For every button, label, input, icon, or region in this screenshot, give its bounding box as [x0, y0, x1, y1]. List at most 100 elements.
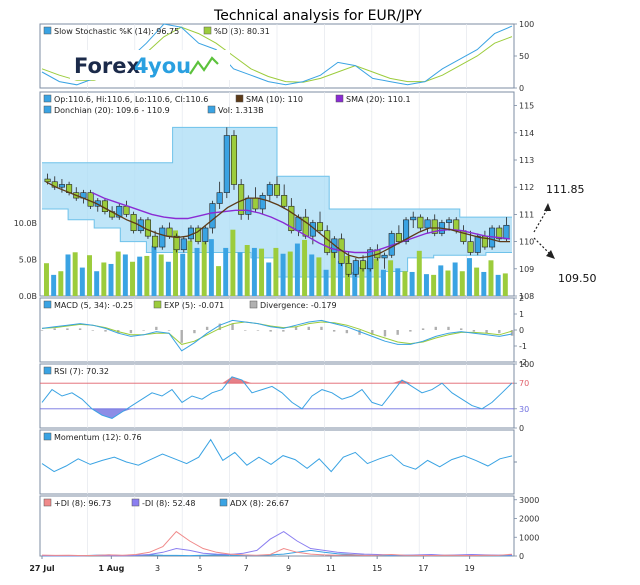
axis-tick-label: 2000 [519, 515, 539, 524]
candle-body [468, 242, 473, 253]
candle-body [88, 193, 93, 207]
volume-bar [116, 252, 121, 296]
axis-tick-label: 112 [519, 183, 534, 192]
volume-bar [180, 254, 185, 296]
divergence-bar [79, 328, 81, 330]
candle-body [45, 179, 50, 182]
forecast-up-arrow [534, 208, 548, 232]
candle-body [152, 236, 157, 247]
volume-bar [417, 251, 422, 296]
volume-bar [295, 244, 300, 296]
macd-legend-swatch [44, 301, 51, 308]
volume-bar [395, 268, 400, 296]
candle-body [174, 236, 179, 250]
macd-legend-swatch [250, 301, 257, 308]
divergence-bar [308, 327, 310, 330]
volume-bar [474, 268, 479, 296]
candle-body [410, 217, 415, 220]
volume-bar [488, 260, 493, 296]
dmi-legend-swatch [220, 499, 227, 506]
volume-bar [216, 266, 221, 296]
divergence-bar [447, 327, 449, 330]
divergence-bar [231, 324, 233, 330]
price-legend-label: SMA (20): 110.1 [346, 95, 411, 104]
volume-bar [288, 252, 293, 296]
price-legend-label: Vol: 1.313B [218, 106, 264, 115]
volume-bar [202, 242, 207, 296]
divergence-bar [384, 330, 386, 336]
volume-bar [58, 271, 63, 296]
axis-tick-label: 2 [519, 294, 524, 303]
divergence-bar [422, 328, 424, 330]
axis-tick-label: 100 [519, 360, 534, 369]
price-legend-swatch [44, 95, 51, 102]
divergence-bar [269, 330, 271, 332]
axis-tick-label: 1 [519, 310, 524, 319]
volume-bar [338, 261, 343, 296]
volume-bar [66, 254, 71, 296]
forecast-up-arrowhead [544, 203, 551, 211]
axis-tick-label: -1 [519, 342, 527, 351]
axis-tick-label: 0 [519, 552, 524, 561]
volume-bar [44, 263, 49, 296]
candle-body [167, 228, 172, 236]
divergence-bar [130, 330, 132, 333]
divergence-bar [435, 327, 437, 330]
candle-body [102, 201, 107, 212]
candle-body [504, 225, 509, 239]
volume-bar [223, 248, 228, 296]
volume-bar [431, 275, 436, 296]
forex4you-logo: Forex4you [70, 50, 230, 80]
axis-tick-label: 70 [519, 379, 529, 388]
axis-tick-label: 50 [519, 52, 529, 61]
volume-bar [144, 256, 149, 296]
macd-legend-label: MACD (5, 34): -0.25 [54, 301, 133, 310]
chart-title: Technical analysis for EUR/JPY [213, 8, 422, 24]
volume-bar [309, 254, 314, 296]
axis-tick-label: 1000 [519, 533, 539, 542]
volume-bar [503, 273, 508, 296]
volume-bar [359, 267, 364, 296]
forecast-up-label: 111.85 [546, 183, 585, 196]
price-legend-swatch [208, 106, 215, 113]
axis-tick-label: 0 [519, 424, 524, 433]
candle-body [360, 261, 365, 269]
price-legend-swatch [336, 95, 343, 102]
volume-bar [209, 239, 214, 296]
logo-digit: 4 [134, 54, 149, 78]
volume-bar [316, 257, 321, 296]
price-legend-label: Donchian (20): 109.6 - 110.9 [54, 106, 170, 115]
volume-bar [87, 255, 92, 296]
candle-body [425, 220, 430, 228]
price-legend-label: SMA (10): 110 [246, 95, 303, 104]
volume-bar [402, 271, 407, 296]
volume-bar [123, 254, 128, 296]
volume-bar [388, 260, 393, 296]
candle-body [217, 193, 222, 204]
divergence-bar [54, 328, 56, 330]
rsi-legend-label: RSI (7): 70.32 [54, 367, 109, 376]
candle-body [59, 184, 64, 187]
volume-bar [352, 272, 357, 296]
candle-body [231, 136, 236, 185]
divergence-bar [244, 330, 246, 331]
volume-bar [252, 248, 257, 296]
stochastic-legend-label: Slow Stochastic %K (14): 96.75 [54, 27, 179, 36]
volume-bar [445, 271, 450, 297]
volume-bar [496, 275, 501, 296]
forecast-down-arrow [534, 238, 550, 254]
volume-bar [73, 252, 78, 296]
candle-body [145, 220, 150, 236]
volume-bar [460, 271, 465, 296]
x-axis-label: 17 [418, 564, 428, 573]
divergence-bar [346, 330, 348, 333]
divergence-bar [396, 330, 398, 335]
candle-body [324, 231, 329, 253]
stochastic-legend-swatch [44, 27, 51, 34]
price-legend-swatch [44, 106, 51, 113]
volume-bar [166, 262, 171, 296]
price-legend-label: Op:110.6, Hi:110.6, Lo:110.6, Cl:110.6 [54, 95, 208, 104]
x-axis-label: 7 [244, 564, 249, 573]
divergence-bar [473, 330, 475, 332]
technical-analysis-chart: Technical analysis for EUR/JPY Forex4you… [0, 0, 640, 581]
